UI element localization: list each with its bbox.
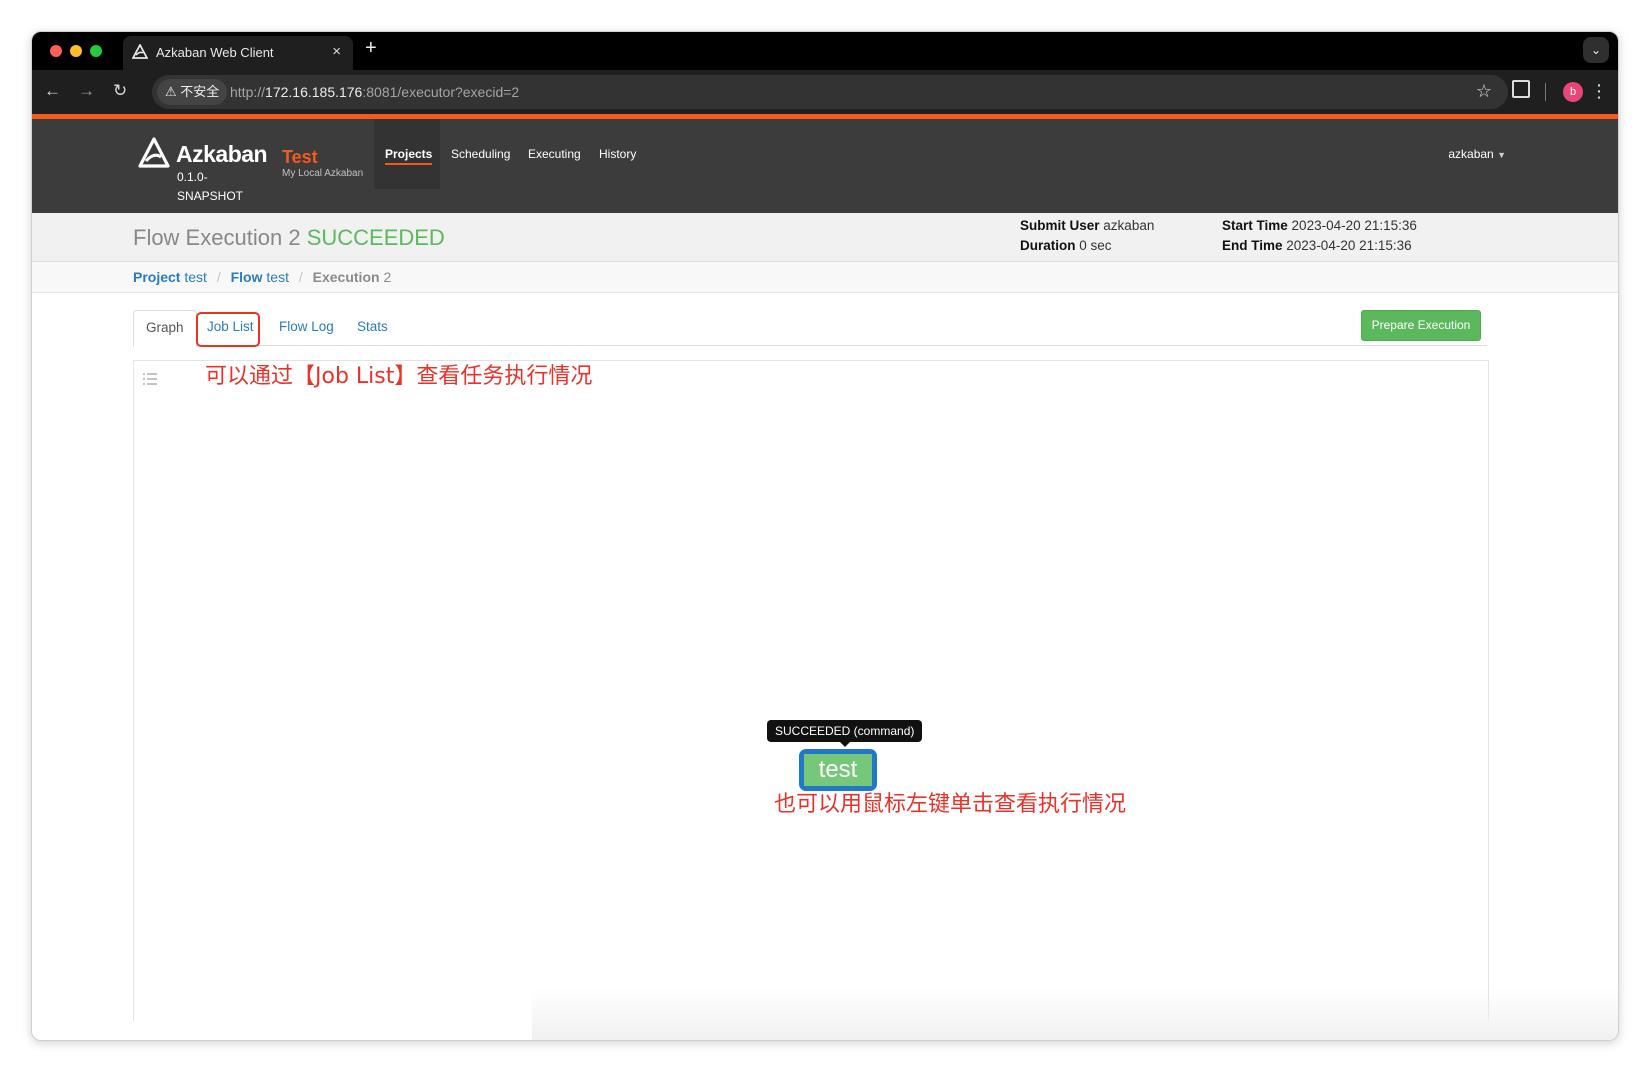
url-path: :8081/executor?execid=2: [362, 84, 520, 100]
title-prefix: Flow Execution: [133, 225, 283, 250]
bookmark-star-icon[interactable]: ☆: [1476, 81, 1492, 102]
user-name: azkaban: [1448, 147, 1494, 161]
security-label: 不安全: [180, 84, 220, 99]
submit-user-value: azkaban: [1103, 218, 1155, 233]
graph-panel[interactable]: [133, 360, 1489, 1021]
address-bar[interactable]: ⚠ 不安全 http://172.16.185.176:8081/executo…: [152, 75, 1508, 109]
nav-executing-label: Executing: [528, 147, 581, 161]
toolbar-divider: [1545, 83, 1546, 101]
minimize-window-dot[interactable]: [70, 45, 82, 57]
annotation-job-list-hint: 可以通过【Job List】查看任务执行情况: [205, 364, 593, 389]
environment-subtitle: My Local Azkaban: [282, 168, 364, 179]
browser-tab-strip: Azkaban Web Client × + ⌄: [32, 32, 1618, 70]
nav-projects[interactable]: Projects: [374, 119, 440, 189]
breadcrumb-execution-id: 2: [383, 269, 392, 285]
job-list-toggle-icon[interactable]: [143, 372, 157, 386]
security-chip[interactable]: ⚠ 不安全: [157, 79, 228, 105]
nav-scheduling[interactable]: Scheduling: [451, 119, 511, 189]
node-status-tooltip: SUCCEEDED (command): [767, 720, 923, 747]
tab-stats[interactable]: Stats: [357, 310, 388, 344]
execution-status: SUCCEEDED: [306, 225, 445, 250]
extensions-puzzle-icon[interactable]: [1512, 80, 1530, 98]
azkaban-favicon-icon: [132, 44, 148, 59]
breadcrumb-flow-name: test: [266, 269, 289, 285]
annotation-click-hint: 也可以用鼠标左键单击查看执行情况: [774, 792, 1127, 817]
user-menu[interactable]: azkaban ▼: [1448, 147, 1506, 161]
nav-history[interactable]: History: [599, 119, 639, 189]
breadcrumb-execution: Execution 2: [313, 269, 392, 285]
reload-icon[interactable]: ↻: [113, 80, 127, 102]
browser-tab[interactable]: Azkaban Web Client ×: [123, 36, 353, 70]
nav-projects-label: Projects: [385, 147, 433, 165]
profile-avatar[interactable]: b: [1563, 82, 1583, 102]
new-tab-button[interactable]: +: [365, 37, 377, 60]
more-menu-icon[interactable]: ⋮: [1590, 80, 1608, 102]
end-time-label: End Time: [1222, 238, 1283, 253]
execution-tabs: Graph Job List Flow Log Stats: [133, 310, 1487, 347]
duration-value: 0 sec: [1079, 238, 1112, 253]
back-arrow-icon[interactable]: ←: [44, 80, 61, 102]
start-time-label: Start Time: [1222, 218, 1288, 233]
browser-toolbar: ← → ↻ ⚠ 不安全 http://172.16.185.176:8081/e…: [32, 70, 1618, 114]
breadcrumb: Project test / Flow test / Execution 2: [32, 262, 1618, 293]
submit-info: Submit User azkaban Duration 0 sec: [1020, 216, 1154, 256]
close-window-dot[interactable]: [50, 45, 62, 57]
zoom-window-dot[interactable]: [90, 45, 102, 57]
url-scheme: http://: [230, 84, 266, 100]
execution-id: 2: [288, 225, 301, 250]
breadcrumb-separator: /: [298, 269, 303, 285]
caret-down-icon: ▼: [1497, 150, 1506, 160]
start-time-value: 2023-04-20 21:15:36: [1291, 218, 1417, 233]
close-tab-icon[interactable]: ×: [332, 43, 341, 60]
time-info: Start Time 2023-04-20 21:15:36 End Time …: [1222, 216, 1417, 256]
app-header: Azkaban 0.1.0-SNAPSHOT Test My Local Azk…: [32, 119, 1618, 213]
nav-executing[interactable]: Executing: [528, 119, 581, 189]
brand-name[interactable]: Azkaban: [176, 141, 268, 168]
tab-search-dropdown-icon[interactable]: ⌄: [1583, 37, 1609, 63]
nav-scheduling-label: Scheduling: [451, 147, 511, 161]
end-time-value: 2023-04-20 21:15:36: [1286, 238, 1412, 253]
forward-arrow-icon[interactable]: →: [78, 80, 95, 102]
url-text[interactable]: http://172.16.185.176:8081/executor?exec…: [230, 84, 519, 100]
job-node-test[interactable]: test: [799, 749, 877, 791]
duration-label: Duration: [1020, 238, 1076, 253]
url-host: 172.16.185.176: [265, 84, 363, 100]
nav-history-label: History: [599, 147, 637, 161]
breadcrumb-project-label: Project: [133, 269, 181, 285]
breadcrumb-project-name: test: [184, 269, 207, 285]
job-node-label: test: [804, 754, 872, 786]
breadcrumb-project-link[interactable]: Project test: [133, 269, 207, 285]
bottom-shadow: [532, 987, 1618, 1040]
environment-name: Test: [282, 147, 318, 167]
tab-flow-log[interactable]: Flow Log: [279, 310, 334, 344]
breadcrumb-flow-link[interactable]: Flow test: [231, 269, 289, 285]
page-title: Flow Execution 2 SUCCEEDED: [133, 225, 445, 251]
breadcrumb-separator: /: [216, 269, 221, 285]
breadcrumb-execution-label: Execution: [312, 269, 380, 285]
job-list-highlight-box: [196, 312, 260, 347]
submit-user-label: Submit User: [1020, 218, 1100, 233]
breadcrumb-flow-label: Flow: [230, 269, 263, 285]
tab-title: Azkaban Web Client: [156, 45, 274, 60]
execution-header: Flow Execution 2 SUCCEEDED Submit User a…: [32, 213, 1618, 262]
azkaban-logo-icon[interactable]: [137, 136, 171, 170]
prepare-execution-button[interactable]: Prepare Execution: [1361, 310, 1481, 341]
version-label: 0.1.0-SNAPSHOT: [177, 170, 244, 203]
tab-graph[interactable]: Graph: [133, 310, 197, 347]
breadcrumb-trail: Project test / Flow test / Execution 2: [133, 269, 391, 285]
warning-triangle-icon: ⚠: [165, 84, 177, 99]
browser-window: Azkaban Web Client × + ⌄ ← → ↻ ⚠ 不安全 htt…: [31, 31, 1619, 1041]
